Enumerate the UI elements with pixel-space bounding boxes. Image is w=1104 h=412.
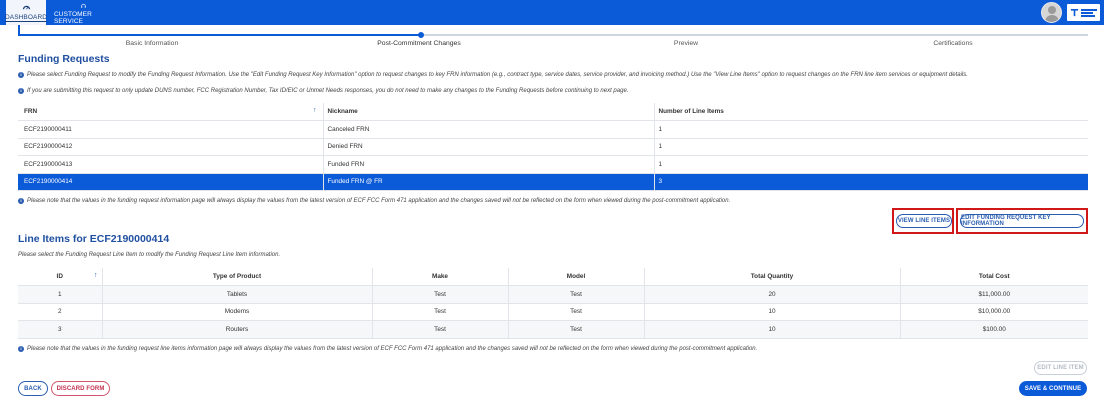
line-items-table: ID ↑ Type of Product Make Model Total Qu…: [18, 268, 1088, 339]
edit-line-item-button[interactable]: EDIT LINE ITEM: [1034, 361, 1087, 375]
model-cell: Test: [507, 285, 644, 304]
nav-tab-customer-service[interactable]: CUSTOMER SERVICE: [54, 0, 112, 25]
info-icon: i: [18, 346, 24, 352]
table-row[interactable]: 1 Tablets Test Test 20 $11,000.00: [18, 285, 1088, 304]
frn-column-header[interactable]: FRN ↑: [18, 103, 323, 121]
logo-mark-icon: [1070, 8, 1079, 17]
info-icon: i: [18, 72, 24, 78]
funding-requests-note-text: Please note that the values in the fundi…: [27, 198, 731, 204]
model-cell: Test: [507, 320, 644, 339]
total-cost-column-header[interactable]: Total Cost: [899, 268, 1088, 286]
type-of-product-cell: Tablets: [101, 285, 372, 304]
nav-tab-dashboard-label: DASHBOARD: [4, 14, 48, 22]
nav-tab-dashboard[interactable]: DASHBOARD: [4, 0, 48, 25]
frn-cell: ECF2190000413: [18, 155, 323, 174]
total-cost-cell: $10,000.00: [899, 303, 1088, 321]
funding-requests-info-2: i If you are submitting this request to …: [18, 88, 628, 94]
table-row[interactable]: ECF2190000412 Denied FRN 1: [18, 138, 1088, 156]
stepper-current-dot: [418, 32, 424, 38]
nickname-cell: Denied FRN: [322, 138, 654, 156]
id-cell: 3: [18, 320, 102, 339]
discard-form-button[interactable]: DISCARD FORM: [51, 381, 110, 396]
dashboard-icon: [22, 5, 30, 10]
nickname-column-header[interactable]: Nickname: [322, 103, 654, 121]
id-cell: 2: [18, 303, 102, 321]
total-cost-cell: $11,000.00: [899, 285, 1088, 304]
type-of-product-cell: Routers: [101, 320, 372, 339]
step-basic-information[interactable]: Basic Information: [82, 40, 222, 47]
view-line-items-button[interactable]: VIEW LINE ITEMS: [896, 214, 952, 228]
id-column-header[interactable]: ID ↑: [18, 268, 102, 286]
line-items-note: i Please note that the values in the fun…: [18, 346, 757, 352]
total-quantity-column-header[interactable]: Total Quantity: [643, 268, 900, 286]
type-of-product-cell: Modems: [101, 303, 372, 321]
line-items-count-cell: 1: [653, 138, 1088, 156]
nickname-cell: Funded FRN: [322, 155, 654, 174]
frn-cell: ECF2190000412: [18, 138, 323, 156]
back-button[interactable]: BACK: [18, 381, 48, 396]
line-items-title: Line Items for ECF2190000414: [18, 233, 170, 245]
line-items-count-column-header[interactable]: Number of Line Items: [653, 103, 1088, 121]
total-quantity-cell: 10: [643, 320, 900, 339]
id-cell: 1: [18, 285, 102, 304]
model-cell: Test: [507, 303, 644, 321]
type-of-product-column-header[interactable]: Type of Product: [101, 268, 372, 286]
table-row[interactable]: 2 Modems Test Test 10 $10,000.00: [18, 303, 1088, 321]
funding-requests-info-1: i Please select Funding Request to modif…: [18, 72, 968, 78]
make-cell: Test: [371, 320, 508, 339]
frn-table: FRN ↑ Nickname Number of Line Items ECF2…: [18, 103, 1088, 191]
line-items-count-cell: 1: [653, 120, 1088, 139]
agency-logo: [1067, 4, 1100, 21]
frn-column-label: FRN: [24, 108, 38, 115]
sort-ascending-icon[interactable]: ↑: [94, 272, 98, 279]
table-row[interactable]: ECF2190000411 Canceled FRN 1: [18, 120, 1088, 139]
line-items-count-cell: 1: [653, 155, 1088, 174]
make-cell: Test: [371, 303, 508, 321]
edit-funding-request-key-info-button[interactable]: EDIT FUNDING REQUEST KEY INFORMATION: [960, 214, 1084, 228]
user-avatar[interactable]: [1041, 2, 1062, 23]
frn-cell: ECF2190000414: [18, 173, 323, 191]
funding-requests-title: Funding Requests: [18, 53, 110, 65]
total-cost-cell: $100.00: [899, 320, 1088, 339]
table-row-selected[interactable]: ECF2190000414 Funded FRN @ FR 3: [18, 173, 1088, 191]
sort-ascending-icon[interactable]: ↑: [313, 107, 317, 114]
table-row[interactable]: 3 Routers Test Test 10 $100.00: [18, 320, 1088, 339]
step-post-commitment-changes[interactable]: Post-Commitment Changes: [349, 40, 489, 47]
step-preview[interactable]: Preview: [616, 40, 756, 47]
funding-requests-info-1-text: Please select Funding Request to modify …: [27, 72, 968, 78]
funding-requests-info-2-text: If you are submitting this request to on…: [27, 88, 629, 94]
info-icon: i: [18, 198, 24, 204]
step-certifications[interactable]: Certifications: [883, 40, 1023, 47]
line-items-instruction: Please select the Funding Request Line I…: [18, 252, 281, 258]
nav-tab-customer-service-label: CUSTOMER SERVICE: [54, 11, 92, 25]
total-quantity-cell: 10: [643, 303, 900, 321]
line-items-table-header: ID ↑ Type of Product Make Model Total Qu…: [18, 268, 1088, 286]
nickname-cell: Funded FRN @ FR: [322, 173, 654, 191]
total-quantity-cell: 20: [643, 285, 900, 304]
headset-icon: [80, 3, 86, 8]
top-nav-bar: DASHBOARD CUSTOMER SERVICE: [0, 0, 1104, 25]
save-and-continue-button[interactable]: SAVE & CONTINUE: [1019, 381, 1087, 396]
nickname-cell: Canceled FRN: [322, 120, 654, 139]
table-row[interactable]: ECF2190000413 Funded FRN 1: [18, 155, 1088, 174]
line-items-count-cell: 3: [653, 173, 1088, 191]
info-icon: i: [18, 88, 24, 94]
line-items-note-text: Please note that the values in the fundi…: [27, 346, 758, 352]
funding-requests-note: i Please note that the values in the fun…: [18, 198, 730, 204]
frn-table-header: FRN ↑ Nickname Number of Line Items: [18, 103, 1088, 121]
model-column-header[interactable]: Model: [507, 268, 644, 286]
frn-cell: ECF2190000411: [18, 120, 323, 139]
stepper-progress: [18, 34, 420, 36]
make-cell: Test: [371, 285, 508, 304]
id-column-label: ID: [56, 273, 63, 280]
make-column-header[interactable]: Make: [371, 268, 508, 286]
